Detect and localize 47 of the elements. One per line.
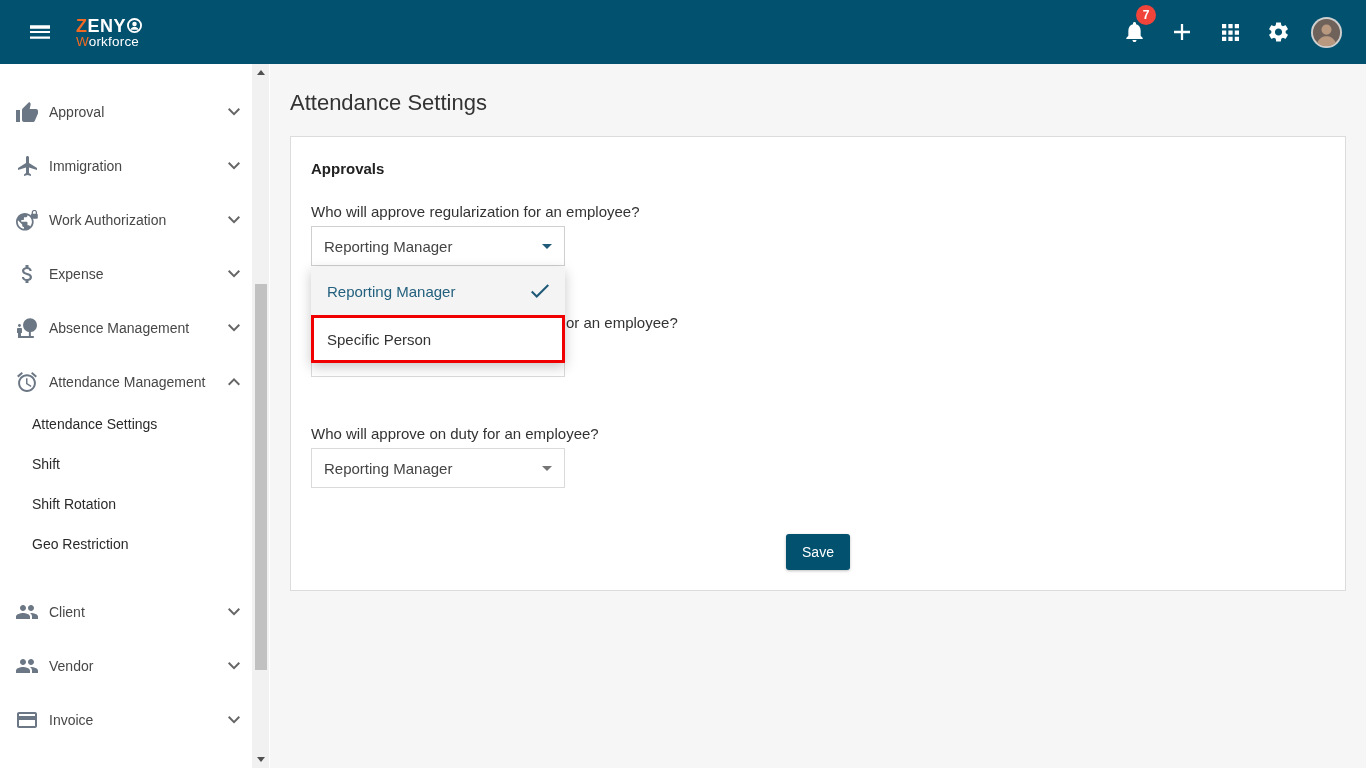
notifications-button[interactable]: 7 [1110,8,1158,56]
person-tree-icon [17,318,37,338]
sidebar-item[interactable]: Vendor [0,639,252,693]
avatar-icon[interactable] [1310,16,1342,48]
select-field[interactable]: Reporting Manager [311,226,565,266]
logo-wordmark: ZENY [76,16,126,35]
people-icon [16,605,38,619]
people-icon [16,659,38,673]
sidebar-item[interactable]: Immigration [0,139,252,193]
thumbs-up-icon [16,102,38,122]
scrollbar-track[interactable] [252,64,269,768]
sidebar-item[interactable]: Expense [0,247,252,301]
scroll-up-icon[interactable] [256,70,265,75]
select-field[interactable]: Reporting Manager [311,448,565,488]
grid-icon [1221,23,1239,41]
section-title: Approvals [311,159,386,179]
bell-icon [1125,22,1143,42]
settings-icon [1268,22,1288,42]
scroll-down-icon[interactable] [256,757,265,762]
check-icon [531,284,549,298]
dropdown-option[interactable]: Reporting Manager [311,267,565,315]
page-title: Attendance Settings [290,89,488,116]
notification-count: 7 [1136,5,1156,25]
sidebar-subitem[interactable]: Geo Restriction [0,524,252,564]
sidebar-item[interactable]: Work Authorization [0,193,252,247]
sidebar-item[interactable]: Invoice [0,693,252,747]
sidebar-item[interactable]: Client [0,585,252,639]
sidebar-item[interactable]: Approval [0,85,252,139]
sidebar-subitem[interactable]: Shift [0,444,252,484]
airplane-icon [17,156,37,176]
save-button[interactable]: Save [786,534,850,570]
question-label: or an employee? [566,313,679,333]
dropdown-option[interactable]: Specific Person [311,315,565,363]
credit-card-icon [17,712,37,728]
alarm-clock-icon [17,372,37,392]
sidebar-item[interactable]: Absence Management [0,301,252,355]
menu-button[interactable] [30,25,50,39]
plus-icon [1174,24,1190,40]
person-circle-icon [127,18,142,34]
logo-subtitle: Workforce [76,34,141,49]
menu-icon [30,25,50,39]
sidebar-subitem[interactable]: Shift Rotation [0,484,252,524]
globe-lock-icon [16,209,38,231]
question-label: Who will approve regularization for an employee? [311,202,641,222]
question-label: Who will approve on duty for an employee? [311,424,600,444]
dollar-icon [21,265,33,283]
scrollbar-thumb[interactable] [254,284,267,670]
